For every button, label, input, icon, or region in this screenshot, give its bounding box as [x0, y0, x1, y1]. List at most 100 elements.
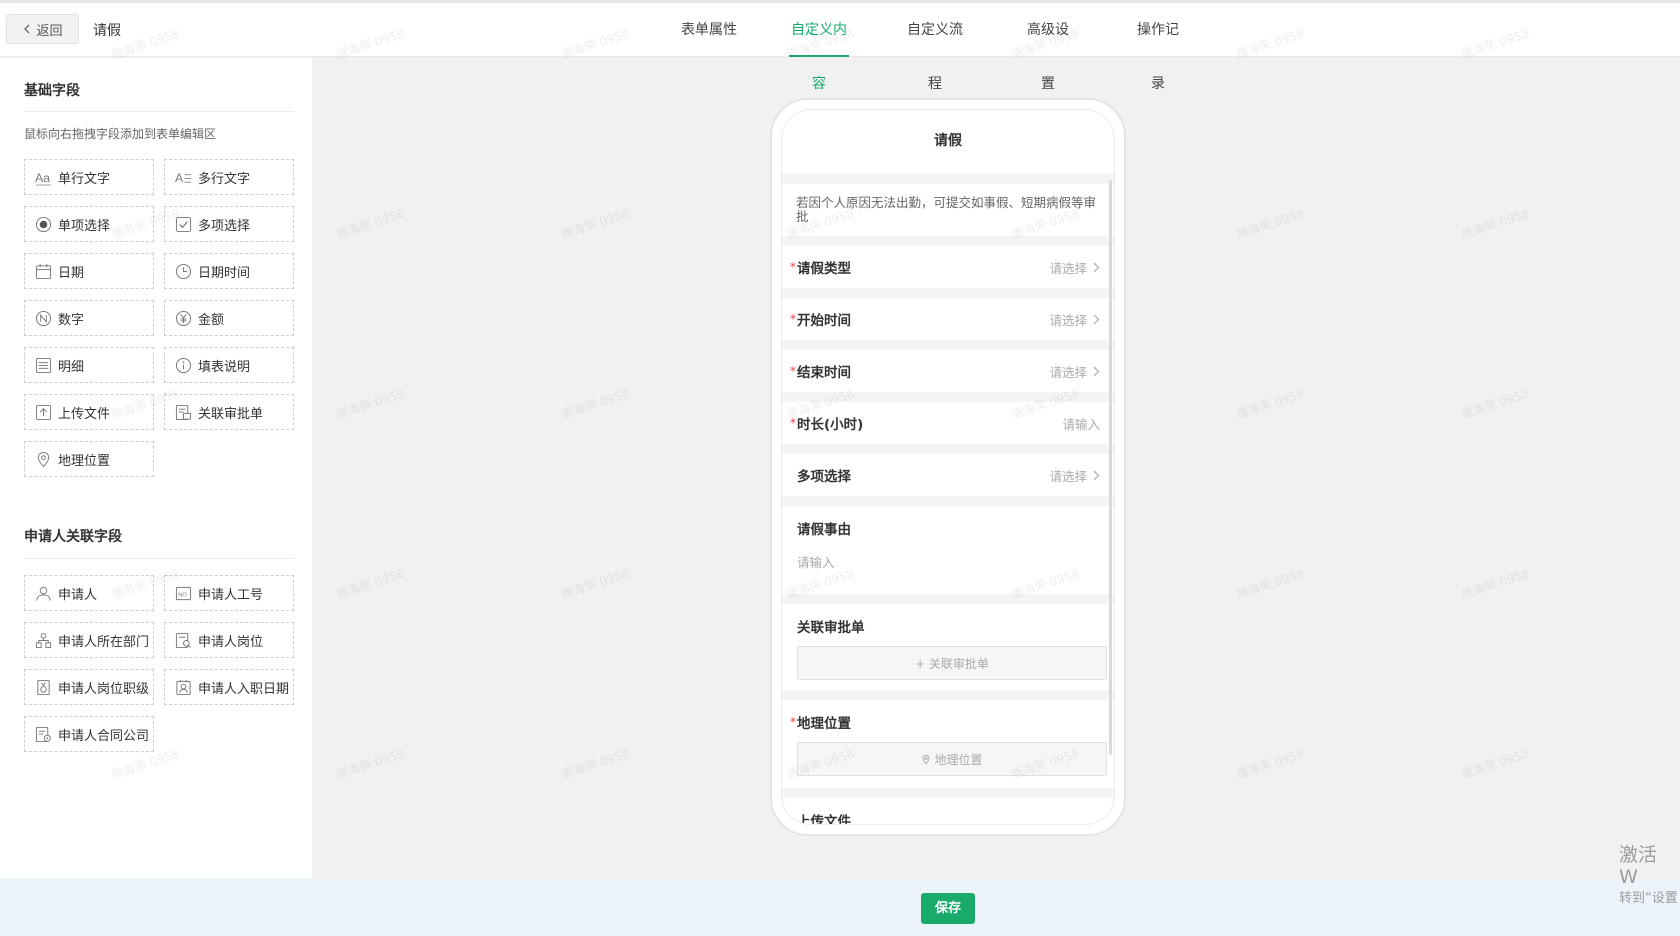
phone-screen: 请假 若因个人原因无法出勤，可提交如事假、短期病假等审批 * 请假类型 请选择 *…	[781, 109, 1115, 825]
position-icon	[174, 631, 192, 649]
field-label: 上传文件	[797, 814, 851, 825]
text-icon: Aa	[34, 168, 52, 186]
field-single-line-text[interactable]: Aa 单行文字	[24, 159, 154, 195]
tab-form-properties[interactable]: 表单属性	[676, 3, 742, 57]
field-upload-file[interactable]: 上传文件	[24, 394, 154, 430]
form-field-linked-approval[interactable]: 关联审批单 + 关联审批单	[782, 604, 1114, 690]
field-label: 请假类型	[797, 261, 851, 277]
id-badge-icon: NO	[174, 584, 192, 602]
field-applicant-position[interactable]: 申请人岗位	[164, 622, 294, 658]
required-mark: *	[790, 260, 796, 274]
tab-custom-flow[interactable]: 自定义流程	[903, 3, 967, 92]
form-field-duration[interactable]: * 时长(小时) 请输入	[782, 402, 1114, 444]
field-label: 多行文字	[198, 171, 251, 187]
chevron-left-icon	[24, 24, 30, 34]
field-label: 申请人工号	[198, 587, 264, 603]
chevron-right-icon	[1093, 366, 1100, 376]
form-field-end-time[interactable]: * 结束时间 请选择	[782, 350, 1114, 392]
field-number[interactable]: 数字	[24, 300, 154, 336]
back-button[interactable]: 返回	[6, 14, 79, 44]
field-label: 关联审批单	[797, 620, 865, 636]
top-bar: 返回 请假 表单属性 自定义内容 自定义流程 高级设置 操作记录	[0, 3, 1680, 92]
back-label: 返回	[36, 23, 63, 39]
field-placeholder: 请输入	[1062, 416, 1100, 432]
field-linked-approval[interactable]: 关联审批单	[164, 394, 294, 430]
currency-icon	[174, 309, 192, 327]
upload-icon	[34, 403, 52, 421]
field-label: 请假事由	[797, 522, 851, 538]
field-applicant-department[interactable]: 申请人所在部门	[24, 622, 154, 658]
svg-text:NO: NO	[178, 592, 187, 598]
field-label: 结束时间	[797, 365, 851, 381]
location-button[interactable]: 地理位置	[797, 742, 1107, 776]
field-label: 开始时间	[797, 313, 851, 329]
field-datetime[interactable]: 日期时间	[164, 253, 294, 289]
required-mark: *	[790, 416, 796, 430]
field-amount[interactable]: 金额	[164, 300, 294, 336]
multiline-text-icon: A	[174, 168, 192, 186]
list-icon	[34, 356, 52, 374]
tab-operation-log[interactable]: 操作记录	[1131, 3, 1185, 92]
checkbox-icon	[174, 215, 192, 233]
divider	[24, 558, 294, 559]
user-icon	[34, 584, 52, 602]
windows-activation-notice: 激活 W 转到“设置	[1619, 844, 1680, 910]
calendar-icon	[34, 262, 52, 280]
field-location[interactable]: 地理位置	[24, 441, 154, 477]
form-title: 请假	[782, 110, 1114, 174]
field-form-instructions[interactable]: 填表说明	[164, 347, 294, 383]
field-applicant-contract-company[interactable]: 申请人合同公司	[24, 716, 154, 752]
field-detail[interactable]: 明细	[24, 347, 154, 383]
form-field-multi-choice[interactable]: 多项选择 请选择	[782, 454, 1114, 496]
number-icon	[34, 309, 52, 327]
chevron-right-icon	[1093, 470, 1100, 480]
field-single-choice[interactable]: 单项选择	[24, 206, 154, 242]
field-label: 日期时间	[198, 265, 251, 281]
field-label: 多项选择	[797, 469, 851, 485]
field-date[interactable]: 日期	[24, 253, 154, 289]
chevron-right-icon	[1093, 314, 1100, 324]
field-label: 申请人岗位职级	[58, 681, 150, 697]
field-label: 明细	[58, 359, 85, 375]
form-field-location[interactable]: * 地理位置 地理位置	[782, 700, 1114, 788]
field-placeholder: 请选择	[1049, 312, 1087, 328]
form-field-leave-type[interactable]: * 请假类型 请选择	[782, 246, 1114, 288]
field-multi-line-text[interactable]: A 多行文字	[164, 159, 294, 195]
field-applicant-entry-date[interactable]: 申请人入职日期	[164, 669, 294, 705]
save-button[interactable]: 保存	[921, 893, 975, 924]
activation-line-2: 转到“设置	[1619, 891, 1678, 906]
form-field-upload-file[interactable]: 上传文件	[782, 798, 1114, 825]
field-applicant[interactable]: 申请人	[24, 575, 154, 611]
org-icon	[34, 631, 52, 649]
add-linked-approval-button[interactable]: + 关联审批单	[797, 646, 1107, 680]
field-applicant-rank[interactable]: 申请人岗位职级	[24, 669, 154, 705]
location-button-label: 地理位置	[934, 752, 983, 767]
page-title: 请假	[93, 23, 121, 39]
field-palette: 基础字段 鼠标向右拖拽字段添加到表单编辑区 Aa 单行文字 A 多行文字 单项选…	[0, 58, 312, 878]
applicant-fields-title: 申请人关联字段	[24, 529, 122, 545]
info-icon	[174, 356, 192, 374]
scrollbar[interactable]	[1109, 180, 1112, 755]
rank-icon	[34, 678, 52, 696]
field-label: 金额	[198, 312, 225, 328]
field-label: 申请人合同公司	[58, 728, 150, 744]
field-label: 单项选择	[58, 218, 111, 234]
field-applicant-id[interactable]: NO 申请人工号	[164, 575, 294, 611]
company-icon	[34, 725, 52, 743]
field-label: 申请人岗位	[198, 634, 264, 650]
field-label: 时长(小时)	[797, 417, 864, 433]
form-field-leave-reason[interactable]: 请假事由 请输入	[782, 506, 1114, 594]
field-placeholder: 请选择	[1049, 260, 1087, 276]
field-multi-choice[interactable]: 多项选择	[164, 206, 294, 242]
location-icon	[922, 754, 930, 764]
field-label: 日期	[58, 265, 85, 281]
tab-custom-content[interactable]: 自定义内容	[789, 3, 849, 92]
form-description[interactable]: 若因个人原因无法出勤，可提交如事假、短期病假等审批	[782, 184, 1114, 236]
required-mark: *	[790, 312, 796, 326]
required-mark: *	[790, 364, 796, 378]
field-label: 单行文字	[58, 171, 111, 187]
tab-advanced-settings[interactable]: 高级设置	[1021, 3, 1075, 92]
divider	[24, 111, 294, 112]
form-field-start-time[interactable]: * 开始时间 请选择	[782, 298, 1114, 340]
drag-hint: 鼠标向右拖拽字段添加到表单编辑区	[24, 127, 217, 141]
